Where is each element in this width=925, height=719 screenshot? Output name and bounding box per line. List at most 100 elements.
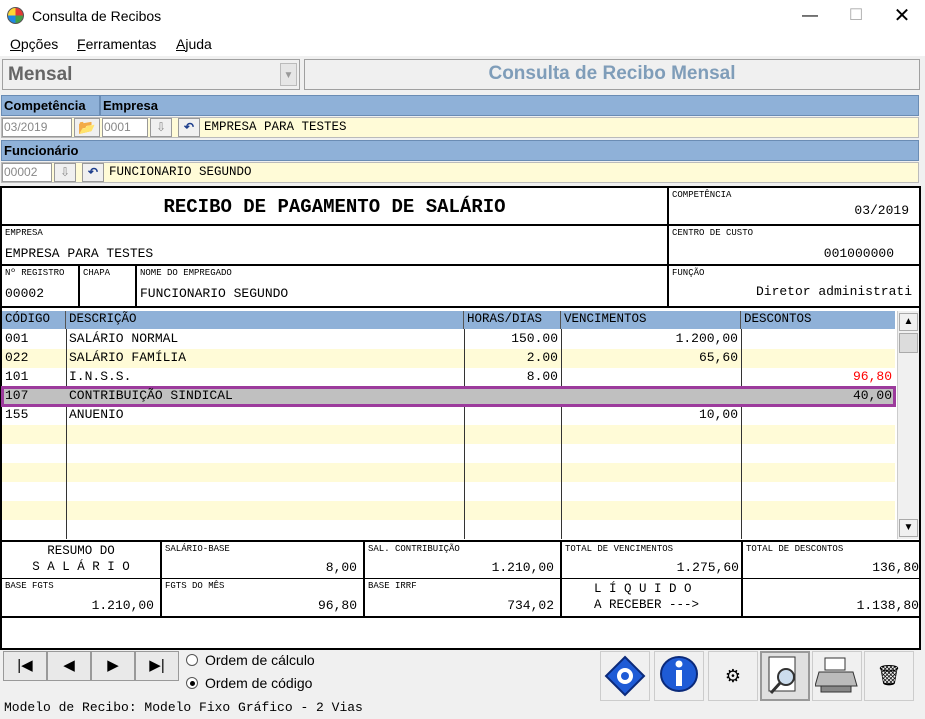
cell-horas (464, 406, 561, 425)
empresa-value: EMPRESA PARA TESTES (5, 246, 154, 261)
funcionario-name: FUNCIONARIO SEGUNDO (109, 165, 252, 179)
table-scrollbar[interactable]: ▲ ▼ (897, 311, 919, 539)
cell-codigo: 001 (5, 331, 29, 346)
table-row[interactable] (2, 425, 895, 444)
cell-vencimentos (561, 368, 741, 387)
cell-horas: 8.00 (526, 369, 558, 384)
cell-descricao: SALÁRIO FAMÍLIA (69, 350, 187, 365)
first-record-button[interactable]: |◀ (3, 651, 47, 681)
order-codigo-radio[interactable]: Ordem de código (186, 675, 312, 691)
cell-vencimentos (561, 444, 741, 463)
scroll-down-icon[interactable]: ▼ (899, 519, 918, 537)
column-divider (561, 329, 562, 539)
nome-value: FUNCIONARIO SEGUNDO (140, 286, 289, 301)
cell-descontos (741, 482, 895, 501)
base-fgts-box: BASE FGTS 1.210,00 (2, 579, 162, 618)
cell-codigo: 101 (5, 369, 29, 384)
print-icon[interactable] (812, 651, 862, 701)
cell-codigo: 107 (5, 388, 29, 403)
competencia-field[interactable]: 03/2019 (2, 118, 72, 137)
chevron-down-icon[interactable]: ▼ (280, 63, 297, 86)
table-row[interactable] (2, 482, 895, 501)
cell-descricao: CONTRIBUIÇÃO SINDICAL (69, 388, 233, 403)
settings-icon[interactable]: ⚙ (708, 651, 758, 701)
cell-codigo (2, 520, 66, 539)
centro-custo-box: CENTRO DE CUSTO 001000000 (669, 226, 919, 266)
cell-descontos (741, 330, 895, 349)
cell-horas: 2.00 (526, 350, 558, 365)
table-row[interactable] (2, 520, 895, 539)
competencia-value: 03/2019 (854, 203, 909, 218)
resumo-box: RESUMO DO S A L Á R I O (2, 542, 162, 579)
table-row[interactable] (2, 463, 895, 482)
mode-select-value: Mensal (8, 64, 73, 85)
cell-descontos (741, 520, 895, 539)
base-irrf-box: BASE IRRF 734,02 (365, 579, 562, 618)
undo-icon[interactable]: ↶ (82, 163, 104, 182)
cell-vencimentos (561, 520, 741, 539)
empresa-header: Empresa (100, 95, 919, 116)
nome-box: NOME DO EMPREGADO FUNCIONARIO SEGUNDO (137, 266, 669, 308)
total-descontos-value: 136,80 (872, 560, 919, 575)
cell-descontos: 96,80 (852, 369, 892, 384)
maximize-button[interactable]: ☐ (833, 0, 879, 32)
next-record-button[interactable]: ▶ (91, 651, 135, 681)
table-row[interactable] (2, 444, 895, 463)
funcionario-code-field[interactable]: 00002 (2, 163, 52, 182)
radio-icon[interactable] (186, 654, 198, 666)
liquido-box: 1.138,80 (743, 579, 919, 618)
download-icon[interactable]: ⇩ (54, 163, 76, 182)
undo-icon[interactable]: ↶ (178, 118, 200, 137)
radio-checked-icon[interactable] (186, 677, 198, 689)
menu-opcoes[interactable]: Opções (10, 36, 58, 52)
cell-horas (464, 463, 561, 482)
cell-descontos (741, 463, 895, 482)
preview-search-icon[interactable] (760, 651, 810, 701)
cell-vencimentos: 65,60 (698, 350, 738, 365)
empresa-code-field[interactable]: 0001 (102, 118, 148, 137)
trash-icon[interactable]: 🗑 (864, 651, 914, 701)
cell-descricao: ANUENIO (69, 407, 124, 422)
scroll-up-icon[interactable]: ▲ (899, 313, 918, 331)
menu-ajuda[interactable]: Ajuda (176, 36, 212, 52)
cell-vencimentos (561, 482, 741, 501)
app-icon (7, 7, 24, 24)
last-record-button[interactable]: ▶| (135, 651, 179, 681)
cell-descricao (66, 463, 464, 482)
order-calculo-radio[interactable]: Ordem de cálculo (186, 652, 315, 668)
diamond-nav-icon[interactable] (600, 651, 650, 701)
col-descontos: DESCONTOS (741, 311, 895, 329)
liquido-value: 1.138,80 (856, 598, 919, 613)
fgts-mes-value: 96,80 (317, 598, 357, 613)
competencia-header: Competência (1, 95, 100, 116)
table-row[interactable]: 155 ANUENIO 10,00 (2, 406, 895, 425)
table-row[interactable]: 107 CONTRIBUIÇÃO SINDICAL 40,00 (1, 386, 896, 407)
liquido-label-box: L Í Q U I D O A RECEBER ---> (562, 579, 743, 618)
cell-horas (464, 482, 561, 501)
cell-codigo: 155 (5, 407, 29, 422)
download-icon[interactable]: ⇩ (150, 118, 172, 137)
sal-contribuicao-value: 1.210,00 (491, 560, 554, 575)
folder-open-icon[interactable]: 📂 (74, 118, 100, 137)
receipt-title-box: RECIBO DE PAGAMENTO DE SALÁRIO (2, 188, 669, 226)
scroll-thumb[interactable] (899, 333, 918, 353)
cell-descontos: 40,00 (852, 388, 892, 403)
sal-contribuicao-box: SAL. CONTRIBUIÇÃO 1.210,00 (365, 542, 562, 579)
cell-codigo (2, 482, 66, 501)
menu-ferramentas[interactable]: Ferramentas (77, 36, 156, 52)
info-icon[interactable] (654, 651, 704, 701)
table-row[interactable]: 001 SALÁRIO NORMAL 150.00 1.200,00 (2, 330, 895, 349)
col-descricao: DESCRIÇÃO (66, 311, 464, 329)
total-vencimentos-value: 1.275,60 (676, 560, 739, 575)
table-row[interactable]: 101 I.N.S.S. 8.00 96,80 (2, 368, 895, 387)
prev-record-button[interactable]: ◀ (47, 651, 91, 681)
close-button[interactable]: ✕ (879, 0, 925, 32)
receipt-title: RECIBO DE PAGAMENTO DE SALÁRIO (163, 196, 506, 218)
chapa-box: CHAPA (80, 266, 137, 308)
minimize-button[interactable]: — (787, 0, 833, 32)
cell-vencimentos: 10,00 (698, 407, 738, 422)
cell-descontos (741, 349, 895, 368)
mode-select[interactable]: Mensal ▼ (2, 59, 300, 90)
table-row[interactable] (2, 501, 895, 520)
table-row[interactable]: 022 SALÁRIO FAMÍLIA 2.00 65,60 (2, 349, 895, 368)
